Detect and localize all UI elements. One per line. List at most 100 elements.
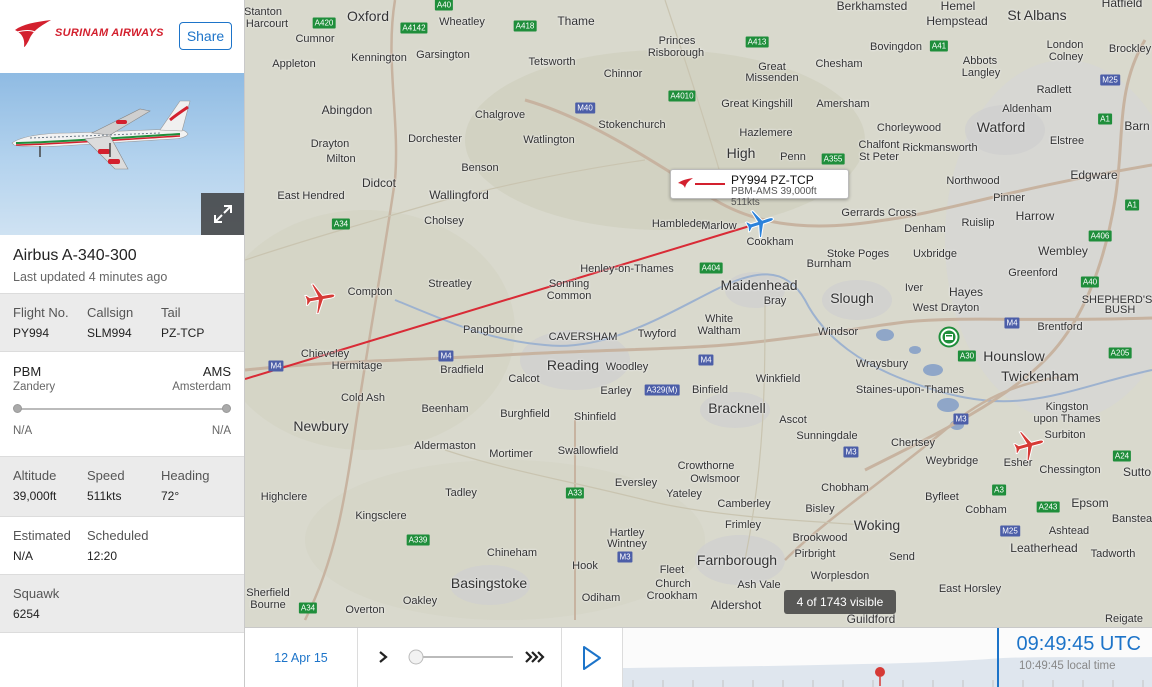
map-place-label: Hambleden [651,218,709,230]
map-place-label: Hayes [948,285,984,299]
selected-aircraft-icon[interactable] [742,208,778,243]
map-place-label: Kingston [1045,401,1089,413]
speed-slider-handle[interactable] [408,649,424,665]
map-place-label: Berkhamsted [836,0,908,13]
map-place-label: Milton [326,153,356,165]
map-place-label: Pangbourne [463,324,523,336]
road-shield: M4 [438,350,454,362]
map-place-label: Cholsey [424,215,464,227]
map-place-label: Waltham [697,325,741,337]
flight-map[interactable]: Oxford Stanton Harcourt Cumnor Wheatley Thame… [245,0,1152,627]
map-place-label: Chertsey [890,437,936,449]
map-place-label: Owlsmoor [690,473,740,485]
map-place-label: Thame [557,14,595,28]
map-place-label: Crowthorne [677,460,735,472]
airport-marker-icon[interactable] [938,326,960,353]
map-place-label: Bourne [250,599,286,611]
map-place-label: Uxbridge [912,248,958,260]
flight-callout[interactable]: PY994 PZ-TCP PBM-AMS 39,000ft 511kts [670,169,849,208]
map-place-label: Henley-on-Thames [580,263,674,275]
road-shield: A30 [957,350,977,362]
scheduled-cell: Scheduled 12:20 [87,528,161,574]
map-place-label: Bovingdon [870,41,922,53]
fast-speed-icon[interactable] [525,651,545,663]
map-place-label: Tetsworth [528,56,576,68]
map-place-label: Wembley [1038,244,1088,258]
route-progress-bar [13,401,231,417]
map-place-label: Iver [904,282,924,294]
map-place-label: Mortimer [489,448,533,460]
map-place-label: Staines-upon-Thames [855,384,965,396]
play-button[interactable] [562,628,623,687]
road-shield: A34 [331,218,351,230]
map-place-label: Chieveley [300,348,350,360]
road-shield: A413 [745,36,769,48]
map-place-label: Aldenham [1002,103,1052,115]
aircraft-icon[interactable] [1009,429,1049,466]
origin-time: N/A [13,425,33,437]
map-place-label: Farnborough [696,552,778,568]
airline-bird-icon [15,20,51,47]
map-place-label: Burghfield [500,408,550,420]
heading-cell: Heading 72° [161,468,235,516]
map-place-label: Abbots [962,55,998,67]
altitude-label: Altitude [13,468,57,483]
map-place-label: Calcot [508,373,540,385]
map-place-label: Highclere [260,491,308,503]
map-place-label: Twyford [637,328,677,340]
tail-cell: Tail PZ-TCP [161,305,235,351]
road-shield: A418 [513,20,537,32]
map-place-label: Epsom [1071,496,1109,510]
last-updated: Last updated 4 minutes ago [13,270,168,284]
map-place-label: St Peter [859,151,899,163]
timeline-scrubber[interactable]: 09:49:45 UTC 10:49:45 local time [623,628,1152,687]
map-place-label: West Drayton [912,302,980,314]
map-place-label: Frimley [724,519,762,531]
flight-no-value: PY994 [13,326,50,340]
aircraft-icon[interactable] [300,282,340,319]
map-place-label: Hounslow [983,348,1045,364]
share-button[interactable]: Share [179,22,232,50]
squawk-label: Squawk [13,586,60,601]
aircraft-model: Airbus A-340-300 [13,247,137,264]
map-place-label: Bisley [805,503,835,515]
scheduled-label: Scheduled [87,528,149,543]
playback-date[interactable]: 12 Apr 15 [245,628,358,687]
map-place-label: Crookham [646,590,698,602]
map-place-label: Yateley [666,488,702,500]
road-shield: A406 [1088,230,1112,242]
flight-callout-subtitle: PBM-AMS 39,000ft 511kts [731,186,817,208]
road-shield: A24 [1112,450,1132,462]
map-place-label: Brentford [1037,321,1083,333]
map-place-label: Windsor [817,326,859,338]
map-place-label: Sutto [1122,465,1152,479]
road-shield: M4 [1004,317,1020,329]
map-place-label: Drayton [310,138,350,150]
map-place-label: Ash Vale [737,579,781,591]
map-place-label: Chalgrove [474,109,526,121]
destination-time: N/A [211,425,231,437]
map-place-label: Chesham [815,58,863,70]
heading-value: 72° [161,489,180,503]
expand-photo-button[interactable] [201,193,244,235]
map-place-label: Swallowfield [557,445,619,457]
map-place-label: Colney [1048,51,1084,63]
playback-bar: 12 Apr 15 09:49:45 UTC 10:49:45 local ti… [245,627,1152,687]
panel-header: SURINAM AIRWAYS Share [0,0,244,73]
flight-id-row: Flight No. PY994 Callsign SLM994 Tail PZ… [0,294,244,352]
map-place-label: Cold Ash [340,392,386,404]
map-place-label: Beenham [421,403,469,415]
callsign-cell: Callsign SLM994 [87,305,161,351]
map-place-label: Missenden [745,72,799,84]
map-place-label: Send [889,551,915,563]
map-place-label: Benson [461,162,499,174]
map-place-label: Reading [546,357,600,373]
map-place-label: Overton [345,604,385,616]
slow-speed-icon[interactable] [379,651,388,663]
altitude-cell: Altitude 39,000ft [13,468,87,516]
road-shield: A33 [565,487,585,499]
map-place-label: Burnham [806,258,852,270]
map-place-label: upon Thames [1033,413,1101,425]
map-place-label: Odiham [581,592,621,604]
map-place-label: Brookwood [792,532,848,544]
